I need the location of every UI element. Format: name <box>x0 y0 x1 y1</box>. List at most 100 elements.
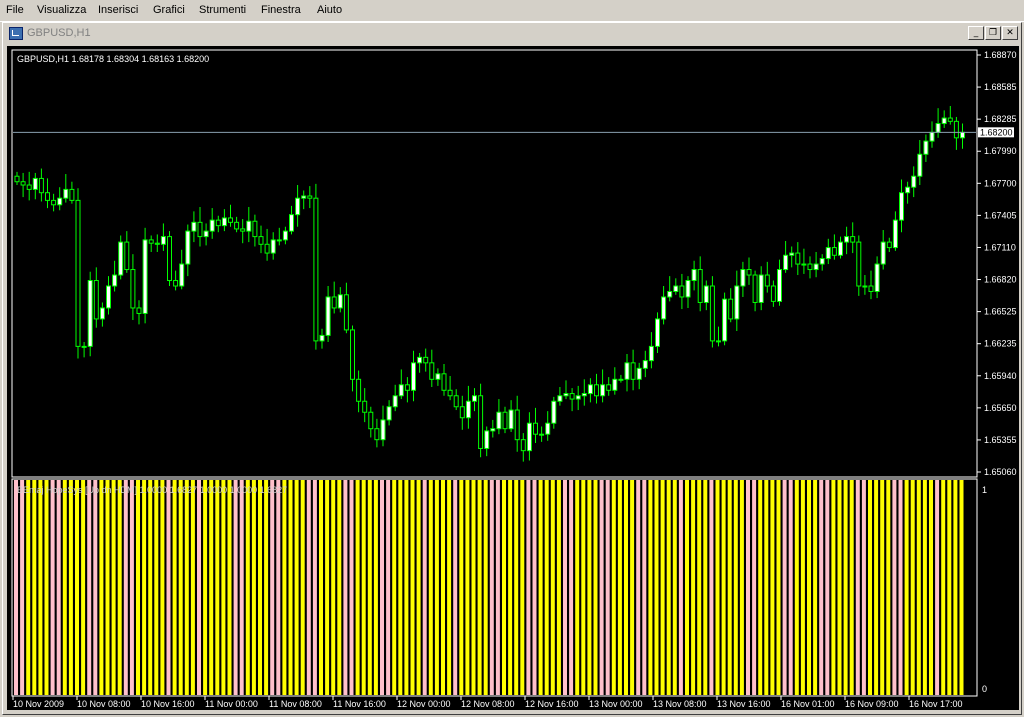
histogram-bar <box>520 480 525 695</box>
histogram-bar <box>544 480 549 695</box>
histogram-bar <box>434 480 439 695</box>
histogram-bar <box>672 480 677 695</box>
candle-body <box>563 393 569 397</box>
candle-body <box>453 395 459 408</box>
histogram-bar <box>410 480 415 695</box>
close-button[interactable]: ✕ <box>1002 26 1018 40</box>
menu-strumenti[interactable]: Strumenti <box>199 4 246 16</box>
histogram-bar <box>81 480 86 695</box>
candle-body <box>167 236 172 282</box>
candle-body <box>289 214 294 232</box>
histogram-bar <box>495 480 500 695</box>
histogram-bar <box>532 480 537 695</box>
candle-body <box>435 373 441 380</box>
histogram-bar <box>794 480 799 695</box>
candle-body <box>368 411 374 430</box>
candle-body <box>539 433 545 436</box>
histogram-bar <box>563 480 567 695</box>
histogram-bar <box>819 480 824 695</box>
histogram-bar <box>38 480 43 695</box>
menu-finestra[interactable]: Finestra <box>261 4 301 16</box>
histogram-bar <box>947 480 952 695</box>
chart-window-titlebar[interactable]: GBPUSD,H1 _ ❐ ✕ <box>3 23 1021 43</box>
histogram-bar <box>739 480 744 695</box>
menu-grafici[interactable]: Grafici <box>153 4 185 16</box>
candle-body <box>124 241 130 271</box>
chart-area[interactable]: 1.68870 1.68585 1.68285 1.67990 1.67700 1.674… <box>7 46 1019 710</box>
chart-window-title: GBPUSD,H1 <box>27 27 91 39</box>
candle-body <box>57 197 63 206</box>
histogram-bar <box>123 480 128 695</box>
histogram-bar <box>654 480 659 695</box>
histogram-bar <box>26 480 31 695</box>
candle-body <box>75 199 81 347</box>
histogram-bar <box>117 480 122 695</box>
candle-body <box>667 290 673 298</box>
histogram-bar <box>782 480 787 695</box>
menu-visualizza[interactable]: Visualizza <box>37 4 86 16</box>
time-axis-label: 12 Nov 08:00 <box>461 699 515 709</box>
histogram-bar <box>837 480 842 695</box>
histogram-bar <box>215 480 220 695</box>
time-axis-label: 10 Nov 16:00 <box>141 699 195 709</box>
histogram-bar <box>349 480 354 695</box>
histogram-bar <box>581 480 586 695</box>
histogram-bar <box>312 480 317 695</box>
histogram-bar <box>770 480 775 695</box>
time-axis-label: 12 Nov 16:00 <box>525 699 579 709</box>
candle-body <box>648 345 654 362</box>
candle-body <box>740 269 746 287</box>
chart-info-line: GBPUSD,H1 1.68178 1.68304 1.68163 1.6820… <box>17 54 209 64</box>
candle-body <box>813 263 819 271</box>
candle-body <box>203 230 209 238</box>
menu-file[interactable]: File <box>6 4 24 16</box>
candle-body <box>258 236 264 245</box>
histogram-bar <box>892 480 897 695</box>
candle-body <box>673 285 679 292</box>
histogram-bar <box>288 480 293 695</box>
candle-body <box>160 236 166 245</box>
chart-background <box>7 46 1019 710</box>
candle-body <box>63 188 69 199</box>
candle-body <box>575 395 581 400</box>
histogram-bar <box>861 480 866 695</box>
time-axis-label: 11 Nov 00:00 <box>205 699 258 709</box>
histogram-bar <box>190 480 195 695</box>
price-axis-tick: 1.67405 <box>984 210 1017 220</box>
histogram-bar <box>678 480 683 695</box>
minimize-button[interactable]: _ <box>968 26 984 40</box>
menu-inserisci[interactable]: Inserisci <box>98 4 138 16</box>
histogram-bar <box>129 480 134 695</box>
histogram-bar <box>50 480 55 695</box>
histogram-bar <box>874 480 879 695</box>
candle-body <box>264 243 270 254</box>
histogram-bar <box>197 480 201 695</box>
histogram-bar <box>258 480 262 695</box>
menu-aiuto[interactable]: Aiuto <box>317 4 342 16</box>
candle-body <box>874 263 880 292</box>
candle-body <box>404 384 410 391</box>
histogram-bar <box>282 480 287 695</box>
histogram-bar <box>227 480 232 695</box>
histogram-bar <box>855 480 860 695</box>
histogram-bar <box>471 480 476 695</box>
time-axis-label: 13 Nov 08:00 <box>653 699 707 709</box>
candle-body <box>441 373 447 391</box>
candle-body <box>228 217 233 223</box>
histogram-bar <box>337 480 342 695</box>
candle-body <box>777 269 782 302</box>
histogram-bar <box>14 480 18 695</box>
histogram-bar <box>666 480 671 695</box>
candle-body <box>350 329 355 380</box>
time-axis-label: 16 Nov 09:00 <box>845 699 899 709</box>
histogram-bar <box>660 480 665 695</box>
time-axis-label: 10 Nov 08:00 <box>77 699 131 709</box>
histogram-bar <box>605 480 610 695</box>
candle-body <box>81 345 87 348</box>
histogram-bar <box>398 480 403 695</box>
candle-body <box>246 220 252 232</box>
candle-body <box>795 252 801 265</box>
price-axis-tick: 1.65060 <box>984 467 1017 477</box>
histogram-bar <box>32 480 37 695</box>
restore-button[interactable]: ❐ <box>985 26 1001 40</box>
